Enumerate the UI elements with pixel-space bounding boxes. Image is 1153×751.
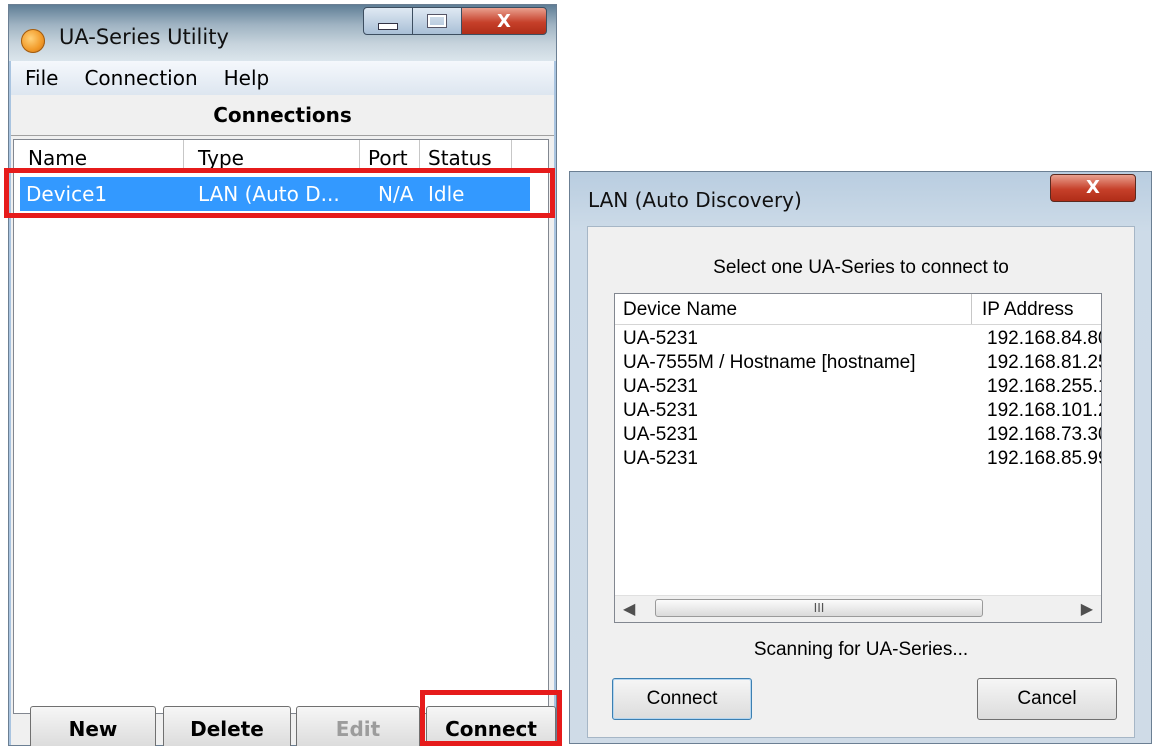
scroll-left-icon[interactable]: ◀ <box>623 599 635 619</box>
grip-icon: III <box>813 600 825 615</box>
dialog-close-button[interactable]: X <box>1050 174 1136 202</box>
dialog-content: Select one UA-Series to connect to Devic… <box>587 226 1135 738</box>
device-list[interactable]: Device Name IP Address UA-5231 192.168.8… <box>614 293 1102 623</box>
dialog-connect-button[interactable]: Connect <box>612 678 752 720</box>
horizontal-scrollbar[interactable]: ◀ III ▶ <box>615 595 1101 622</box>
title-bar[interactable]: UA-Series Utility X <box>9 5 556 61</box>
maximize-button[interactable] <box>412 7 462 35</box>
lan-auto-discovery-dialog: LAN (Auto Discovery) X Select one UA-Ser… <box>569 171 1152 744</box>
list-item[interactable]: UA-5231 192.168.84.80 <box>615 328 1101 352</box>
minimize-button[interactable] <box>363 7 413 35</box>
scrollbar-thumb[interactable]: III <box>655 599 983 617</box>
minimize-icon <box>378 22 398 30</box>
dialog-title: LAN (Auto Discovery) <box>588 188 802 212</box>
device-name: UA-5231 <box>623 424 698 445</box>
device-ip: 192.168.73.30 <box>987 424 1102 445</box>
edit-button: Edit <box>296 706 420 746</box>
device-name: UA-5231 <box>623 400 698 421</box>
window-title: UA-Series Utility <box>59 25 229 49</box>
scanning-status: Scanning for UA-Series... <box>753 639 969 660</box>
device-ip: 192.168.81.25 <box>987 352 1102 373</box>
highlight-box-row <box>4 168 555 218</box>
scroll-right-icon[interactable]: ▶ <box>1081 599 1093 619</box>
device-name: UA-5231 <box>623 376 698 397</box>
close-icon: X <box>1086 177 1100 198</box>
ua-series-utility-window: UA-Series Utility X File Connection Help… <box>8 4 557 746</box>
close-icon: X <box>497 10 511 32</box>
maximize-icon <box>427 14 447 28</box>
app-icon <box>21 29 45 53</box>
list-item[interactable]: UA-5231 192.168.73.30 <box>615 424 1101 448</box>
menu-bar: File Connection Help <box>11 61 554 95</box>
connections-header: Connections <box>11 95 554 136</box>
device-list-header: Device Name IP Address <box>615 294 1101 325</box>
highlight-box-connect <box>420 690 562 746</box>
new-button[interactable]: New <box>30 706 156 746</box>
device-ip: 192.168.84.80 <box>987 328 1102 349</box>
list-item[interactable]: UA-7555M / Hostname [hostname] 192.168.8… <box>615 352 1101 376</box>
list-item[interactable]: UA-5231 192.168.101.2 <box>615 400 1101 424</box>
device-name: UA-5231 <box>623 328 698 349</box>
menu-connection[interactable]: Connection <box>70 66 209 90</box>
dialog-cancel-button[interactable]: Cancel <box>977 678 1117 720</box>
dialog-prompt: Select one UA-Series to connect to <box>713 257 1009 278</box>
delete-button[interactable]: Delete <box>163 706 291 746</box>
menu-help[interactable]: Help <box>210 66 282 90</box>
column-header-ip-address[interactable]: IP Address <box>972 294 1101 324</box>
list-item[interactable]: UA-5231 192.168.85.99 <box>615 448 1101 472</box>
column-header-device-name[interactable]: Device Name <box>615 294 972 324</box>
device-ip: 192.168.255.1 <box>987 376 1102 397</box>
device-name: UA-7555M / Hostname [hostname] <box>623 352 916 373</box>
device-rows: UA-5231 192.168.84.80 UA-7555M / Hostnam… <box>615 328 1101 472</box>
list-item[interactable]: UA-5231 192.168.255.1 <box>615 376 1101 400</box>
device-ip: 192.168.85.99 <box>987 448 1102 469</box>
device-name: UA-5231 <box>623 448 698 469</box>
device-ip: 192.168.101.2 <box>987 400 1102 421</box>
connections-list[interactable]: Name Type Port Status Device1 LAN (Auto … <box>13 139 549 714</box>
close-button[interactable]: X <box>461 7 547 35</box>
menu-file[interactable]: File <box>11 66 70 90</box>
